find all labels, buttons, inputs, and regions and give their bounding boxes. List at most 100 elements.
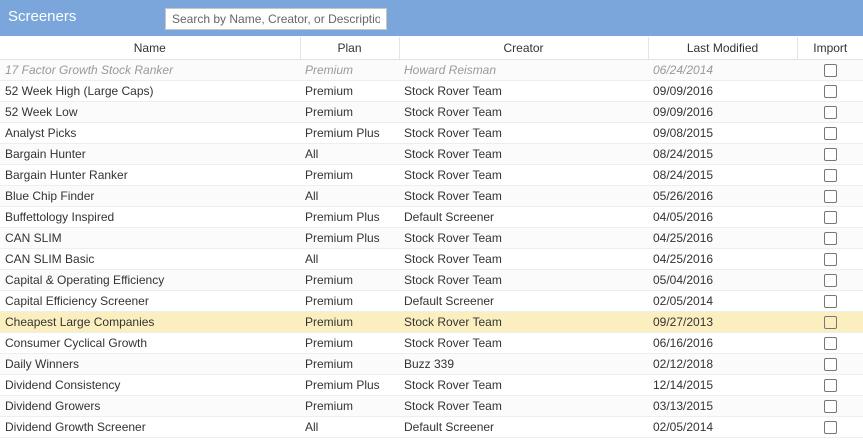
- cell-import: [797, 311, 863, 333]
- cell-name: CAN SLIM: [0, 227, 300, 249]
- cell-modified: 04/25/2016: [648, 227, 797, 249]
- cell-creator: Stock Rover Team: [399, 332, 648, 354]
- cell-modified: 04/25/2016: [648, 248, 797, 270]
- cell-creator: Howard Reisman: [399, 59, 648, 81]
- cell-creator: Stock Rover Team: [399, 164, 648, 186]
- cell-name: 52 Week High (Large Caps): [0, 80, 300, 102]
- import-checkbox[interactable]: [823, 316, 837, 330]
- cell-import: [797, 395, 863, 417]
- table-row[interactable]: Daily Winners Premium Buzz 339 02/12/2018: [0, 353, 863, 375]
- cell-name: Dividend Consistency: [0, 374, 300, 396]
- import-checkbox[interactable]: [823, 85, 837, 99]
- cell-plan: Premium Plus: [300, 206, 399, 228]
- table-row[interactable]: Bargain Hunter Ranker Premium Stock Rover …: [0, 164, 863, 186]
- table-row[interactable]: Dividend Growers Premium Stock Rover Team 0…: [0, 395, 863, 417]
- import-checkbox[interactable]: [823, 232, 837, 246]
- cell-import: [797, 185, 863, 207]
- table-header: Name Plan Creator Last Modified Import: [0, 37, 863, 60]
- cell-creator: Stock Rover Team: [399, 311, 648, 333]
- table-row[interactable]: Dividend Growth Screener All Default Scree…: [0, 416, 863, 438]
- cell-plan: Premium: [300, 101, 399, 123]
- table-row[interactable]: Bargain Hunter All Stock Rover Team 08/24/2…: [0, 143, 863, 165]
- cell-plan: All: [300, 416, 399, 438]
- import-checkbox[interactable]: [823, 106, 837, 120]
- table-row[interactable]: Buffettology Inspired Premium Plus Default…: [0, 206, 863, 228]
- import-checkbox[interactable]: [823, 148, 837, 162]
- cell-plan: Premium Plus: [300, 227, 399, 249]
- cell-creator: Stock Rover Team: [399, 227, 648, 249]
- cell-name: 52 Week Low: [0, 101, 300, 123]
- cell-plan: Premium Plus: [300, 374, 399, 396]
- import-checkbox[interactable]: [823, 337, 837, 351]
- cell-import: [797, 80, 863, 102]
- cell-creator: Buzz 339: [399, 353, 648, 375]
- table-row[interactable]: 52 Week Low Premium Stock Rover Team 09/09/…: [0, 101, 863, 123]
- cell-plan: Premium Plus: [300, 122, 399, 144]
- column-header-import[interactable]: Import: [797, 37, 863, 60]
- cell-modified: 09/08/2015: [648, 122, 797, 144]
- import-checkbox[interactable]: [823, 421, 837, 435]
- cell-import: [797, 59, 863, 81]
- table-row[interactable]: Dividend Consistency Premium Plus Stock Ro…: [0, 374, 863, 396]
- table-row[interactable]: CAN SLIM Basic All Stock Rover Team 04/25/2…: [0, 248, 863, 270]
- table-row[interactable]: Consumer Cyclical Growth Premium Stock Rov…: [0, 332, 863, 354]
- cell-import: [797, 164, 863, 186]
- table-row[interactable]: Capital Efficiency Screener Premium Defaul…: [0, 290, 863, 312]
- cell-import: [797, 332, 863, 354]
- import-checkbox[interactable]: [823, 253, 837, 267]
- import-checkbox[interactable]: [823, 190, 837, 204]
- import-checkbox[interactable]: [823, 64, 837, 78]
- cell-plan: Premium: [300, 269, 399, 291]
- cell-name: CAN SLIM Basic: [0, 248, 300, 270]
- cell-plan: Premium: [300, 353, 399, 375]
- cell-plan: All: [300, 185, 399, 207]
- column-header-creator[interactable]: Creator: [399, 37, 649, 60]
- cell-name: Cheapest Large Companies: [0, 311, 300, 333]
- table-row[interactable]: 17 Factor Growth Stock Ranker Premium Howa…: [0, 59, 863, 81]
- cell-import: [797, 101, 863, 123]
- cell-import: [797, 143, 863, 165]
- table-row[interactable]: 52 Week High (Large Caps) Premium Stock Ro…: [0, 80, 863, 102]
- cell-modified: 05/26/2016: [648, 185, 797, 207]
- import-checkbox[interactable]: [823, 211, 837, 225]
- column-header-name[interactable]: Name: [0, 37, 301, 60]
- cell-plan: All: [300, 248, 399, 270]
- column-header-last-modified[interactable]: Last Modified: [648, 37, 798, 60]
- cell-name: Capital & Operating Efficiency: [0, 269, 300, 291]
- import-checkbox[interactable]: [823, 379, 837, 393]
- table-row[interactable]: Capital & Operating Efficiency Premium Sto…: [0, 269, 863, 291]
- import-checkbox[interactable]: [823, 169, 837, 183]
- import-checkbox[interactable]: [823, 127, 837, 141]
- cell-name: Daily Winners: [0, 353, 300, 375]
- search-input[interactable]: [165, 8, 387, 30]
- table-row[interactable]: CAN SLIM Premium Plus Stock Rover Team 04/2…: [0, 227, 863, 249]
- cell-creator: Default Screener: [399, 206, 648, 228]
- import-checkbox[interactable]: [823, 274, 837, 288]
- cell-name: Capital Efficiency Screener: [0, 290, 300, 312]
- cell-import: [797, 206, 863, 228]
- cell-import: [797, 416, 863, 438]
- cell-plan: Premium: [300, 59, 399, 81]
- cell-modified: 05/04/2016: [648, 269, 797, 291]
- table-row[interactable]: Cheapest Large Companies Premium Stock Rov…: [0, 311, 863, 333]
- import-checkbox[interactable]: [823, 400, 837, 414]
- table-row[interactable]: Blue Chip Finder All Stock Rover Team 05/26…: [0, 185, 863, 207]
- cell-import: [797, 122, 863, 144]
- cell-import: [797, 269, 863, 291]
- import-checkbox[interactable]: [823, 295, 837, 309]
- cell-plan: Premium: [300, 332, 399, 354]
- cell-creator: Default Screener: [399, 416, 648, 438]
- table-row[interactable]: Analyst Picks Premium Plus Stock Rover Tea…: [0, 122, 863, 144]
- cell-import: [797, 353, 863, 375]
- cell-plan: Premium: [300, 164, 399, 186]
- column-header-plan[interactable]: Plan: [300, 37, 400, 60]
- cell-modified: 09/09/2016: [648, 80, 797, 102]
- cell-modified: 03/13/2015: [648, 395, 797, 417]
- cell-modified: 02/05/2014: [648, 290, 797, 312]
- cell-name: Dividend Growers: [0, 395, 300, 417]
- cell-creator: Stock Rover Team: [399, 80, 648, 102]
- cell-name: Bargain Hunter: [0, 143, 300, 165]
- import-checkbox[interactable]: [823, 358, 837, 372]
- title-bar: Screeners: [0, 0, 863, 36]
- cell-plan: Premium: [300, 311, 399, 333]
